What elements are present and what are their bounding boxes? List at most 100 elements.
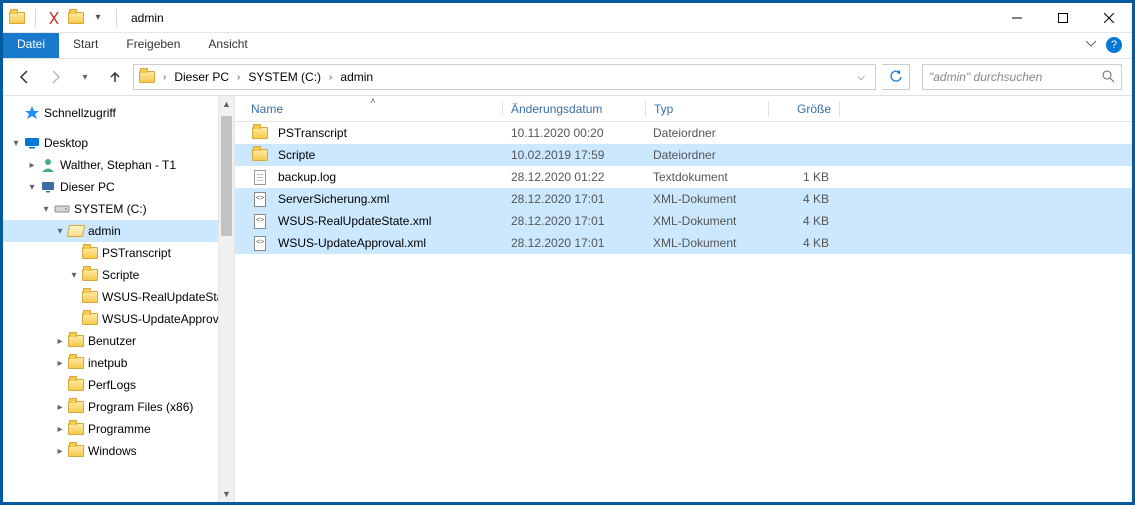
file-type: Textdokument bbox=[645, 168, 767, 186]
tree-caret-icon[interactable]: ▾ bbox=[9, 138, 23, 149]
breadcrumb-item[interactable]: SYSTEM (C:) bbox=[244, 68, 325, 86]
folder-icon bbox=[67, 355, 85, 371]
chevron-right-icon[interactable]: › bbox=[327, 72, 334, 83]
tree-item-label: inetpub bbox=[88, 356, 127, 370]
column-date[interactable]: Änderungsdatum bbox=[503, 98, 645, 120]
tree-caret-icon[interactable]: ▾ bbox=[39, 204, 53, 215]
tree-item[interactable]: ▾Scripte bbox=[3, 264, 234, 286]
tree-item[interactable]: Schnellzugriff bbox=[3, 102, 234, 124]
tree-item[interactable]: ▸ inetpub bbox=[3, 352, 234, 374]
tree-item[interactable]: ▾Desktop bbox=[3, 132, 234, 154]
tree-item[interactable]: PerfLogs bbox=[3, 374, 234, 396]
file-name: Scripte bbox=[278, 148, 315, 162]
user-icon bbox=[39, 157, 57, 173]
file-row[interactable]: WSUS-RealUpdateState.xml28.12.2020 17:01… bbox=[235, 210, 1132, 232]
qa-dropdown-icon[interactable]: ▾ bbox=[90, 10, 106, 26]
tree-item[interactable]: WSUS-RealUpdateState bbox=[3, 286, 234, 308]
window-title: admin bbox=[131, 11, 164, 25]
ribbon-tabs: Datei Start Freigeben Ansicht ? bbox=[3, 33, 1132, 59]
column-type[interactable]: Typ bbox=[646, 98, 768, 120]
tree-item[interactable]: ▾SYSTEM (C:) bbox=[3, 198, 234, 220]
file-row[interactable]: ServerSicherung.xml28.12.2020 17:01XML-D… bbox=[235, 188, 1132, 210]
folder-icon bbox=[9, 10, 25, 26]
help-icon[interactable]: ? bbox=[1106, 37, 1122, 53]
file-row[interactable]: backup.log28.12.2020 01:22Textdokument1 … bbox=[235, 166, 1132, 188]
address-bar-row: ▾ › Dieser PC › SYSTEM (C:) › admin ⌵ bbox=[3, 59, 1132, 95]
tree-item[interactable]: ▾ Dieser PC bbox=[3, 176, 234, 198]
file-size: 1 KB bbox=[767, 168, 837, 186]
breadcrumb-item[interactable]: admin bbox=[336, 68, 377, 86]
desktop-icon bbox=[23, 135, 41, 151]
folder-icon bbox=[67, 333, 85, 349]
nav-back-button[interactable] bbox=[13, 65, 37, 89]
file-size: 4 KB bbox=[767, 212, 837, 230]
tree-item-label: PerfLogs bbox=[88, 378, 136, 392]
file-row[interactable]: WSUS-UpdateApproval.xml28.12.2020 17:01X… bbox=[235, 232, 1132, 254]
folder-icon bbox=[67, 399, 85, 415]
tree-item-label: PSTranscript bbox=[102, 246, 171, 260]
tab-ansicht[interactable]: Ansicht bbox=[194, 33, 261, 58]
file-name: PSTranscript bbox=[278, 126, 347, 140]
tree-caret-icon[interactable]: ▾ bbox=[67, 270, 81, 281]
column-name[interactable]: ˄ Name bbox=[243, 98, 503, 120]
folder-small-icon[interactable] bbox=[68, 10, 84, 26]
tree-item-label: WSUS-RealUpdateState bbox=[102, 290, 233, 304]
tree-item[interactable]: ▸Program Files (x86) bbox=[3, 396, 234, 418]
breadcrumb-item[interactable]: Dieser PC bbox=[170, 68, 233, 86]
file-type: XML-Dokument bbox=[645, 234, 767, 252]
xml-icon bbox=[251, 235, 269, 251]
scrollbar-thumb[interactable] bbox=[221, 116, 232, 236]
breadcrumb-dropdown-icon[interactable]: ⌵ bbox=[851, 68, 871, 87]
nav-up-button[interactable] bbox=[103, 65, 127, 89]
tree-item[interactable]: ▸Programme bbox=[3, 418, 234, 440]
scroll-up-icon[interactable]: ▲ bbox=[219, 96, 234, 112]
breadcrumb[interactable]: › Dieser PC › SYSTEM (C:) › admin ⌵ bbox=[133, 64, 876, 90]
tree-item[interactable]: ▸Windows bbox=[3, 440, 234, 462]
file-type: XML-Dokument bbox=[645, 212, 767, 230]
quick-icon bbox=[23, 105, 41, 121]
file-date: 28.12.2020 17:01 bbox=[503, 190, 645, 208]
xml-icon bbox=[251, 213, 269, 229]
tree-caret-icon[interactable]: ▸ bbox=[53, 358, 67, 369]
tree-item[interactable]: ▸Benutzer bbox=[3, 330, 234, 352]
file-row[interactable]: PSTranscript10.11.2020 00:20Dateiordner bbox=[235, 122, 1132, 144]
tree-caret-icon[interactable]: ▸ bbox=[25, 160, 39, 171]
file-row[interactable]: Scripte10.02.2019 17:59Dateiordner bbox=[235, 144, 1132, 166]
ribbon-expand-icon[interactable] bbox=[1078, 33, 1104, 58]
refresh-button[interactable] bbox=[882, 64, 910, 90]
tree-caret-icon[interactable]: ▾ bbox=[25, 182, 39, 193]
tree-caret-icon[interactable]: ▾ bbox=[53, 226, 67, 237]
search-input[interactable] bbox=[929, 70, 1101, 84]
tree-caret-icon[interactable]: ▸ bbox=[53, 446, 67, 457]
tab-freigeben[interactable]: Freigeben bbox=[112, 33, 194, 58]
scroll-down-icon[interactable]: ▼ bbox=[219, 486, 234, 502]
close-button[interactable] bbox=[1086, 3, 1132, 33]
folder-icon bbox=[67, 443, 85, 459]
maximize-button[interactable] bbox=[1040, 3, 1086, 33]
scrollbar[interactable]: ▲ ▼ bbox=[218, 96, 234, 502]
file-name: WSUS-RealUpdateState.xml bbox=[278, 214, 431, 228]
chevron-right-icon[interactable]: › bbox=[235, 72, 242, 83]
recent-locations-button[interactable]: ▾ bbox=[73, 65, 97, 89]
tab-datei[interactable]: Datei bbox=[3, 33, 59, 58]
chevron-right-icon[interactable]: › bbox=[161, 72, 168, 83]
folder-icon bbox=[67, 421, 85, 437]
minimize-button[interactable] bbox=[994, 3, 1040, 33]
tree-item[interactable]: PSTranscript bbox=[3, 242, 234, 264]
search-icon[interactable] bbox=[1101, 69, 1115, 86]
nav-forward-button[interactable] bbox=[43, 65, 67, 89]
tree-item-label: Dieser PC bbox=[60, 180, 115, 194]
tree-item[interactable]: WSUS-UpdateApproval bbox=[3, 308, 234, 330]
file-size: 4 KB bbox=[767, 234, 837, 252]
tab-start[interactable]: Start bbox=[59, 33, 112, 58]
search-box[interactable] bbox=[922, 64, 1122, 90]
qa-properties-icon[interactable] bbox=[46, 10, 62, 26]
tree-item[interactable]: ▸Walther, Stephan - T1 bbox=[3, 154, 234, 176]
column-size[interactable]: Größe bbox=[769, 98, 839, 120]
file-date: 10.11.2020 00:20 bbox=[503, 124, 645, 142]
tree-caret-icon[interactable]: ▸ bbox=[53, 336, 67, 347]
tree-caret-icon[interactable]: ▸ bbox=[53, 402, 67, 413]
tree-item[interactable]: ▾admin bbox=[3, 220, 234, 242]
tree-caret-icon[interactable]: ▸ bbox=[53, 424, 67, 435]
folder-icon bbox=[81, 245, 99, 261]
